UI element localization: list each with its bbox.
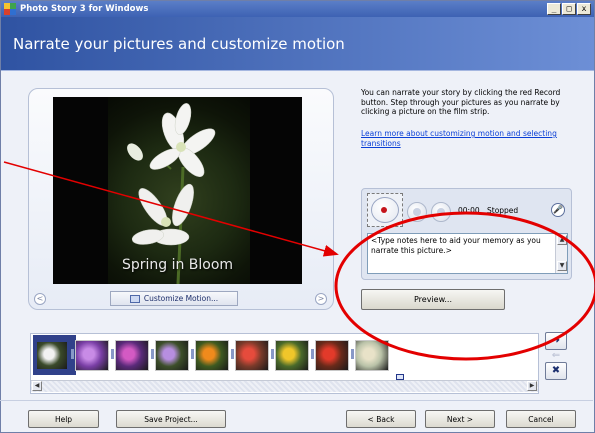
film-strip-thumbnail[interactable]	[235, 340, 269, 371]
customize-motion-label: Customize Motion...	[143, 294, 219, 303]
microphone-button[interactable]: 🎤	[551, 203, 565, 217]
help-description: You can narrate your story by clicking t…	[361, 88, 561, 116]
film-strip-thumbnail[interactable]	[275, 340, 309, 371]
transition-marker	[151, 349, 154, 359]
notes-scrollbar[interactable]: ▲ ▼	[555, 234, 567, 273]
title-bar: Photo Story 3 for Windows _ □ x	[1, 1, 594, 17]
next-button[interactable]: Next >	[425, 410, 495, 428]
narration-notes-input[interactable]: <Type notes here to aid your memory as y…	[367, 233, 568, 274]
customize-motion-icon	[129, 294, 140, 303]
transition-marker	[231, 349, 234, 359]
transition-marker	[351, 349, 354, 359]
film-strip-thumbnail[interactable]	[195, 340, 229, 371]
preview-button[interactable]: Preview...	[361, 289, 505, 310]
transition-marker	[191, 349, 194, 359]
header-banner: Narrate your pictures and customize moti…	[1, 17, 594, 71]
narration-status: Stopped	[487, 206, 519, 215]
undo-button[interactable]	[431, 202, 451, 222]
close-button[interactable]: x	[577, 3, 591, 15]
film-strip-thumbnail[interactable]	[315, 340, 349, 371]
film-strip-thumbnail[interactable]	[75, 340, 109, 371]
film-strip: ◀ ▶	[30, 333, 539, 394]
photo-story-icon	[4, 3, 16, 15]
transition-marker	[71, 349, 74, 359]
film-strip-thumbnail[interactable]	[155, 340, 189, 371]
cancel-button[interactable]: Cancel	[506, 410, 576, 428]
microphone-icon: 🎤	[553, 205, 563, 214]
photo-caption: Spring in Bloom	[121, 257, 234, 273]
film-strip-thumbnail[interactable]	[35, 340, 69, 371]
minimize-button[interactable]: _	[547, 3, 561, 15]
save-project-button[interactable]: Save Project...	[116, 410, 226, 428]
remove-picture-button[interactable]: ✖	[545, 362, 567, 380]
scroll-right-icon[interactable]: ▶	[527, 381, 537, 391]
maximize-button[interactable]: □	[562, 3, 576, 15]
film-strip-scrollbar[interactable]: ◀ ▶	[31, 380, 538, 392]
narration-timer: 00:00	[458, 206, 480, 215]
learn-more-link[interactable]: Learn more about customizing motion and …	[361, 129, 576, 148]
stop-button[interactable]	[407, 202, 427, 222]
prev-picture-button[interactable]: <	[34, 293, 46, 305]
undo-icon	[437, 208, 445, 216]
notes-text: <Type notes here to aid your memory as y…	[371, 236, 541, 255]
transition-marker	[111, 349, 114, 359]
film-strip-thumbnail[interactable]	[355, 340, 389, 371]
film-strip-thumbnail[interactable]	[115, 340, 149, 371]
help-button[interactable]: Help	[28, 410, 99, 428]
window-title: Photo Story 3 for Windows	[20, 4, 149, 14]
flower-illustration	[127, 103, 216, 284]
next-picture-button[interactable]: >	[315, 293, 327, 305]
page-title: Narrate your pictures and customize moti…	[13, 35, 345, 53]
transition-marker	[311, 349, 314, 359]
photo-preview: Spring in Bloom	[53, 97, 302, 284]
scroll-up-icon[interactable]: ▲	[557, 235, 567, 245]
record-icon	[381, 207, 387, 213]
scroll-down-icon[interactable]: ▼	[557, 261, 567, 271]
footer-divider	[0, 400, 593, 401]
transition-marker	[271, 349, 274, 359]
back-button[interactable]: < Back	[346, 410, 416, 428]
customize-motion-button[interactable]: Customize Motion...	[110, 291, 238, 306]
stop-icon	[413, 208, 421, 216]
scroll-left-icon[interactable]: ◀	[32, 381, 42, 391]
